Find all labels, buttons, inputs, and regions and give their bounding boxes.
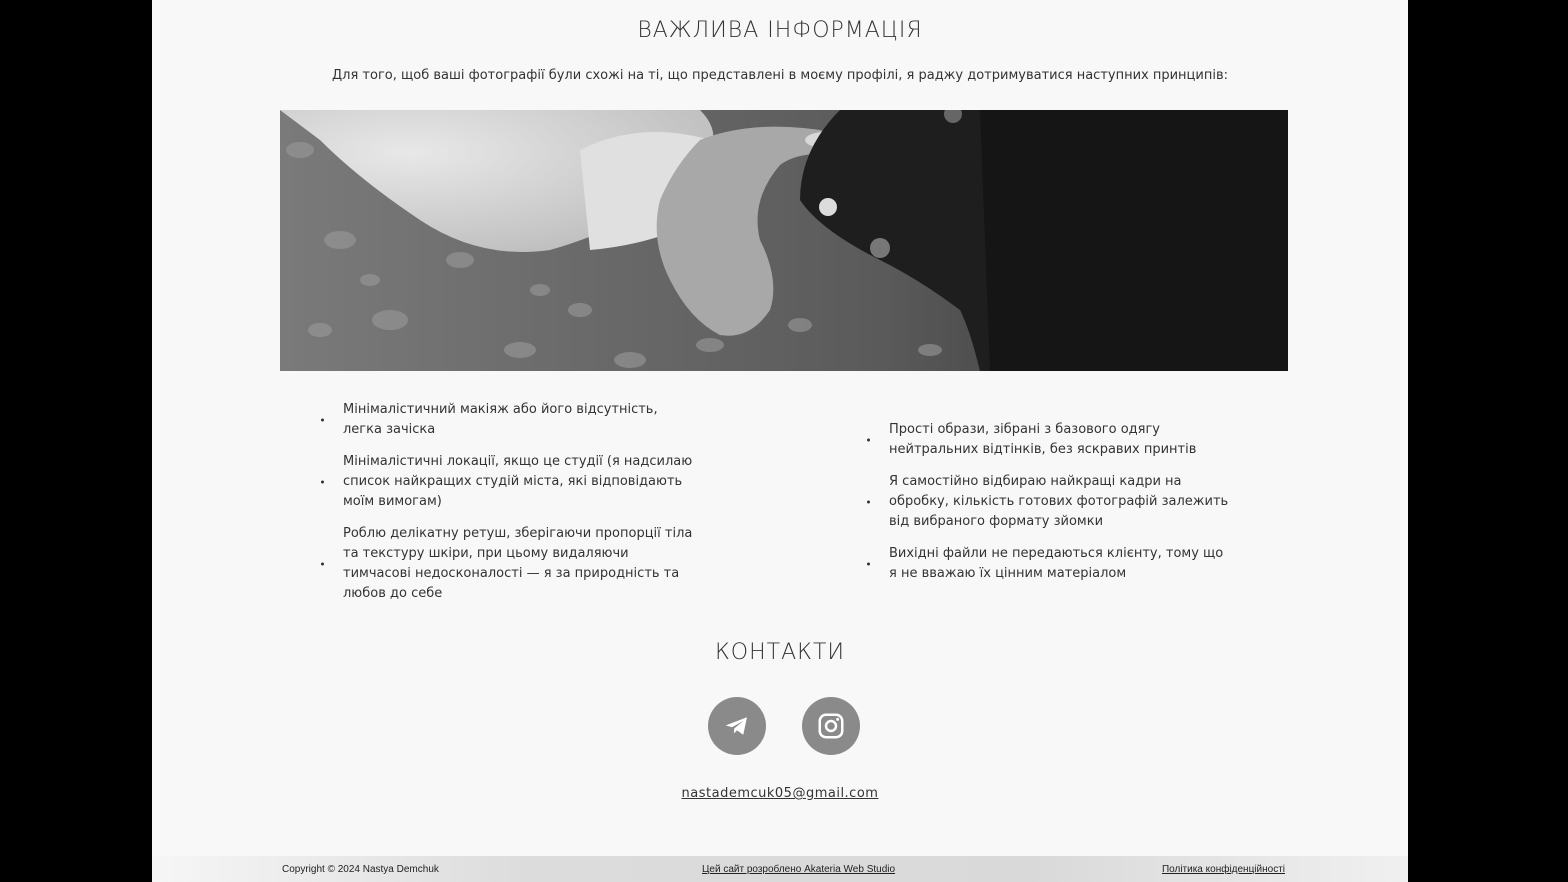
list-item: Мінімалістичний макіяж або його відсутні… (321, 400, 693, 440)
privacy-policy-link[interactable]: Політика конфіденційності (1162, 864, 1285, 875)
footer: Copyright © 2024 Nastya Demchuk Цей сайт… (152, 856, 1408, 882)
list-item: Прості образи, зібрані з базового одягу … (867, 420, 1229, 460)
instagram-icon (818, 713, 844, 739)
hands-photo (280, 110, 1288, 371)
bullet-icon (321, 480, 324, 484)
info-intro-text: Для того, щоб ваші фотографії були схожі… (332, 68, 1228, 83)
bullet-icon (867, 500, 870, 504)
telegram-button[interactable] (708, 697, 766, 755)
principles-list-left: Мінімалістичний макіяж або його відсутні… (321, 400, 693, 616)
developer-link[interactable]: Цей сайт розроблено Akateria Web Studio (702, 864, 895, 875)
telegram-icon (725, 717, 747, 735)
copyright-text: Copyright © 2024 Nastya Demchuk (282, 864, 439, 875)
principles-list-right: Прості образи, зібрані з базового одягу … (867, 420, 1229, 596)
contacts-section-title: КОНТАКТИ (714, 640, 846, 665)
bullet-icon (321, 418, 324, 422)
instagram-button[interactable] (802, 697, 860, 755)
page: ВАЖЛИВА ІНФОРМАЦІЯ Для того, щоб ваші фо… (152, 0, 1408, 882)
list-item: Мінімалістичні локації, якщо це студії (… (321, 452, 693, 512)
list-item: Роблю делікатну ретуш, зберігаючи пропор… (321, 524, 693, 604)
bullet-icon (867, 562, 870, 566)
bullet-icon (867, 438, 870, 442)
email-row: nastademcuk05@gmail.com (152, 786, 1408, 801)
list-item: Я самостійно відбираю найкращі кадри на … (867, 472, 1229, 532)
bullet-icon (321, 562, 324, 566)
info-section-title: ВАЖЛИВА ІНФОРМАЦІЯ (637, 18, 923, 43)
email-link[interactable]: nastademcuk05@gmail.com (682, 786, 879, 801)
list-item: Вихідні файли не передаються клієнту, то… (867, 544, 1229, 584)
